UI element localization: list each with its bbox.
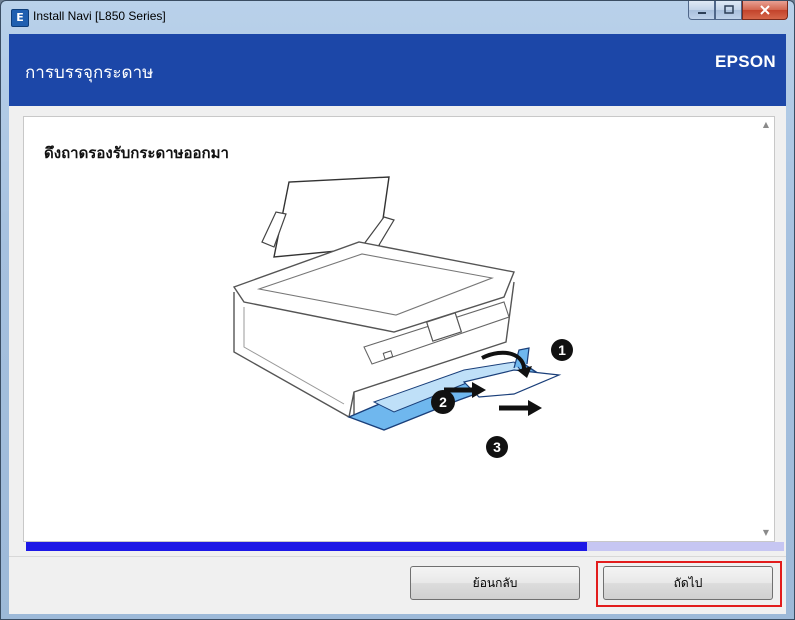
svg-text:3: 3 bbox=[493, 439, 501, 455]
close-icon bbox=[760, 5, 770, 15]
marker-1: 1 bbox=[551, 339, 573, 361]
maximize-button[interactable] bbox=[715, 1, 742, 20]
back-button[interactable]: ย้อนกลับ bbox=[410, 566, 580, 600]
app-icon: E bbox=[11, 9, 29, 27]
svg-text:2: 2 bbox=[439, 394, 447, 410]
minimize-button[interactable] bbox=[688, 1, 715, 20]
window-title: Install Navi [L850 Series] bbox=[33, 9, 166, 23]
caption-buttons bbox=[688, 1, 788, 21]
close-button[interactable] bbox=[742, 1, 788, 20]
page-title: การบรรจุกระดาษ bbox=[25, 63, 154, 83]
brand-logo: EPSON bbox=[714, 52, 776, 71]
title-bar[interactable]: E Install Navi [L850 Series] bbox=[1, 1, 794, 33]
step-heading: ดึงถาดรองรับกระดาษออกมา bbox=[44, 144, 229, 162]
marker-3: 3 bbox=[486, 436, 508, 458]
progress-fill bbox=[26, 542, 587, 551]
maximize-icon bbox=[723, 5, 734, 14]
footer-bar: ย้อนกลับ ถัดไป bbox=[9, 556, 786, 614]
next-button[interactable]: ถัดไป bbox=[603, 566, 773, 600]
svg-text:1: 1 bbox=[558, 342, 566, 358]
content-area: ▲ ▼ ดึงถาดรองรับกระดาษออกมา 1 2 3 bbox=[9, 106, 786, 556]
scroll-up-arrow-icon[interactable]: ▲ bbox=[760, 119, 772, 131]
minimize-icon bbox=[697, 12, 706, 14]
installer-window: E Install Navi [L850 Series] การบรรจุกระ… bbox=[0, 0, 795, 620]
scroll-down-arrow-icon[interactable]: ▼ bbox=[760, 527, 772, 539]
printer-illustration: 1 2 3 bbox=[232, 176, 573, 458]
progress-bar bbox=[26, 542, 784, 551]
header-banner: การบรรจุกระดาษ EPSON bbox=[9, 34, 786, 106]
marker-2: 2 bbox=[431, 390, 455, 414]
instruction-panel[interactable]: ▲ ▼ ดึงถาดรองรับกระดาษออกมา 1 2 3 bbox=[23, 116, 775, 542]
